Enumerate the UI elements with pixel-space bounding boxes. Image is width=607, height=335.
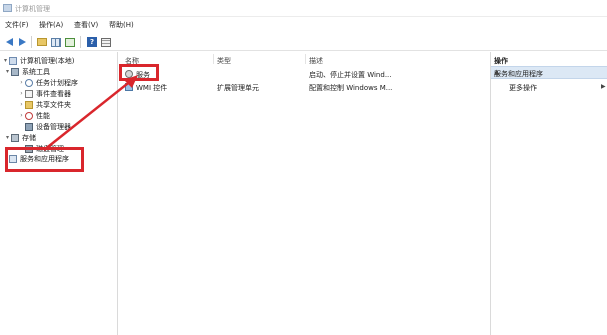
menu-view[interactable]: 查看(V) xyxy=(74,20,98,30)
tree-item-device-manager[interactable]: › 设备管理器 xyxy=(18,121,71,132)
list-item-type: 扩展管理单元 xyxy=(217,84,259,92)
chevron-right-icon[interactable]: › xyxy=(18,112,25,119)
performance-icon xyxy=(25,111,33,120)
highlight-box-services-item xyxy=(119,64,159,81)
tools-icon xyxy=(11,67,19,76)
more-actions-link[interactable]: 更多操作 xyxy=(509,83,537,93)
column-divider[interactable] xyxy=(213,54,214,64)
tree-item-label: 任务计划程序 xyxy=(36,78,78,87)
back-arrow-icon[interactable] xyxy=(3,36,15,48)
chevron-right-icon[interactable]: › xyxy=(18,101,25,108)
title-bar: 计算机管理 xyxy=(0,0,607,17)
menu-action[interactable]: 操作(A) xyxy=(39,20,63,30)
menu-bar: 文件(F) 操作(A) 查看(V) 帮助(H) xyxy=(0,17,607,33)
list-item-description: 配置和控制 Windows M... xyxy=(309,84,393,92)
tree-item-shared-folders[interactable]: › 共享文件夹 xyxy=(18,99,71,110)
tree-item-label: 设备管理器 xyxy=(36,122,71,131)
tree-item-label: 共享文件夹 xyxy=(36,100,71,109)
window-title: 计算机管理 xyxy=(15,5,50,13)
navigation-tree: ▾ 计算机管理(本地) ▾ 系统工具 › 任务计划程序 › 事件查看器 › 共享… xyxy=(0,52,118,335)
tree-item-performance[interactable]: › 性能 xyxy=(18,110,50,121)
tree-item-storage[interactable]: ▾ 存储 xyxy=(4,132,36,143)
highlight-box-tree-services-apps xyxy=(5,147,84,172)
collapse-icon[interactable]: ▲ xyxy=(494,68,604,76)
toolbar-separator xyxy=(80,36,81,48)
storage-icon xyxy=(11,133,19,142)
list-item-name: WMI 控件 xyxy=(136,84,168,92)
chevron-down-icon[interactable]: ▾ xyxy=(4,68,11,75)
event-log-icon xyxy=(25,89,33,98)
details-list: 名称 类型 描述 服务 启动、停止并设置 Wind... WMI 控件 扩展管理… xyxy=(119,52,490,335)
actions-pane: 操作 服务和应用程序 ▲ 更多操作 ▶ xyxy=(490,52,607,335)
tree-item-label: 系统工具 xyxy=(22,67,50,76)
list-item-description: 启动、停止并设置 Wind... xyxy=(309,71,392,79)
tree-item-event-viewer[interactable]: › 事件查看器 xyxy=(18,88,71,99)
tree-item-label: 性能 xyxy=(36,111,50,120)
properties-icon[interactable] xyxy=(100,36,112,48)
help-icon[interactable]: ? xyxy=(86,36,98,48)
menu-file[interactable]: 文件(F) xyxy=(5,20,29,30)
column-header-type[interactable]: 类型 xyxy=(217,56,231,66)
column-divider[interactable] xyxy=(305,54,306,64)
chevron-down-icon[interactable]: ▾ xyxy=(4,134,11,141)
wmi-control-icon xyxy=(125,83,133,91)
tree-item-label: 事件查看器 xyxy=(36,89,71,98)
computer-management-app-icon xyxy=(3,4,12,12)
toolbar: ? xyxy=(0,33,607,51)
chevron-right-icon[interactable]: ▶ xyxy=(601,83,606,90)
chevron-right-icon[interactable]: › xyxy=(18,79,25,86)
actions-header: 操作 xyxy=(494,57,508,65)
show-hide-tree-icon[interactable] xyxy=(50,36,62,48)
computer-icon xyxy=(9,56,17,65)
refresh-icon[interactable] xyxy=(64,36,76,48)
tree-item-label: 计算机管理(本地) xyxy=(20,56,75,65)
actions-section-services-and-applications[interactable]: 服务和应用程序 ▲ xyxy=(491,66,607,79)
chevron-down-icon[interactable]: ▾ xyxy=(2,57,9,64)
tree-item-system-tools[interactable]: ▾ 系统工具 xyxy=(4,66,50,77)
forward-arrow-icon[interactable] xyxy=(16,36,28,48)
tree-item-root[interactable]: ▾ 计算机管理(本地) xyxy=(2,55,74,66)
folder-up-icon[interactable] xyxy=(36,36,48,48)
tree-item-task-scheduler[interactable]: › 任务计划程序 xyxy=(18,77,78,88)
shared-folder-icon xyxy=(25,100,33,109)
menu-help[interactable]: 帮助(H) xyxy=(109,20,134,30)
column-header-description[interactable]: 描述 xyxy=(309,56,323,66)
device-manager-icon xyxy=(25,122,33,131)
chevron-right-icon[interactable]: › xyxy=(18,90,25,97)
toolbar-separator xyxy=(31,36,32,48)
clock-icon xyxy=(25,78,33,87)
tree-item-label: 存储 xyxy=(22,133,36,142)
